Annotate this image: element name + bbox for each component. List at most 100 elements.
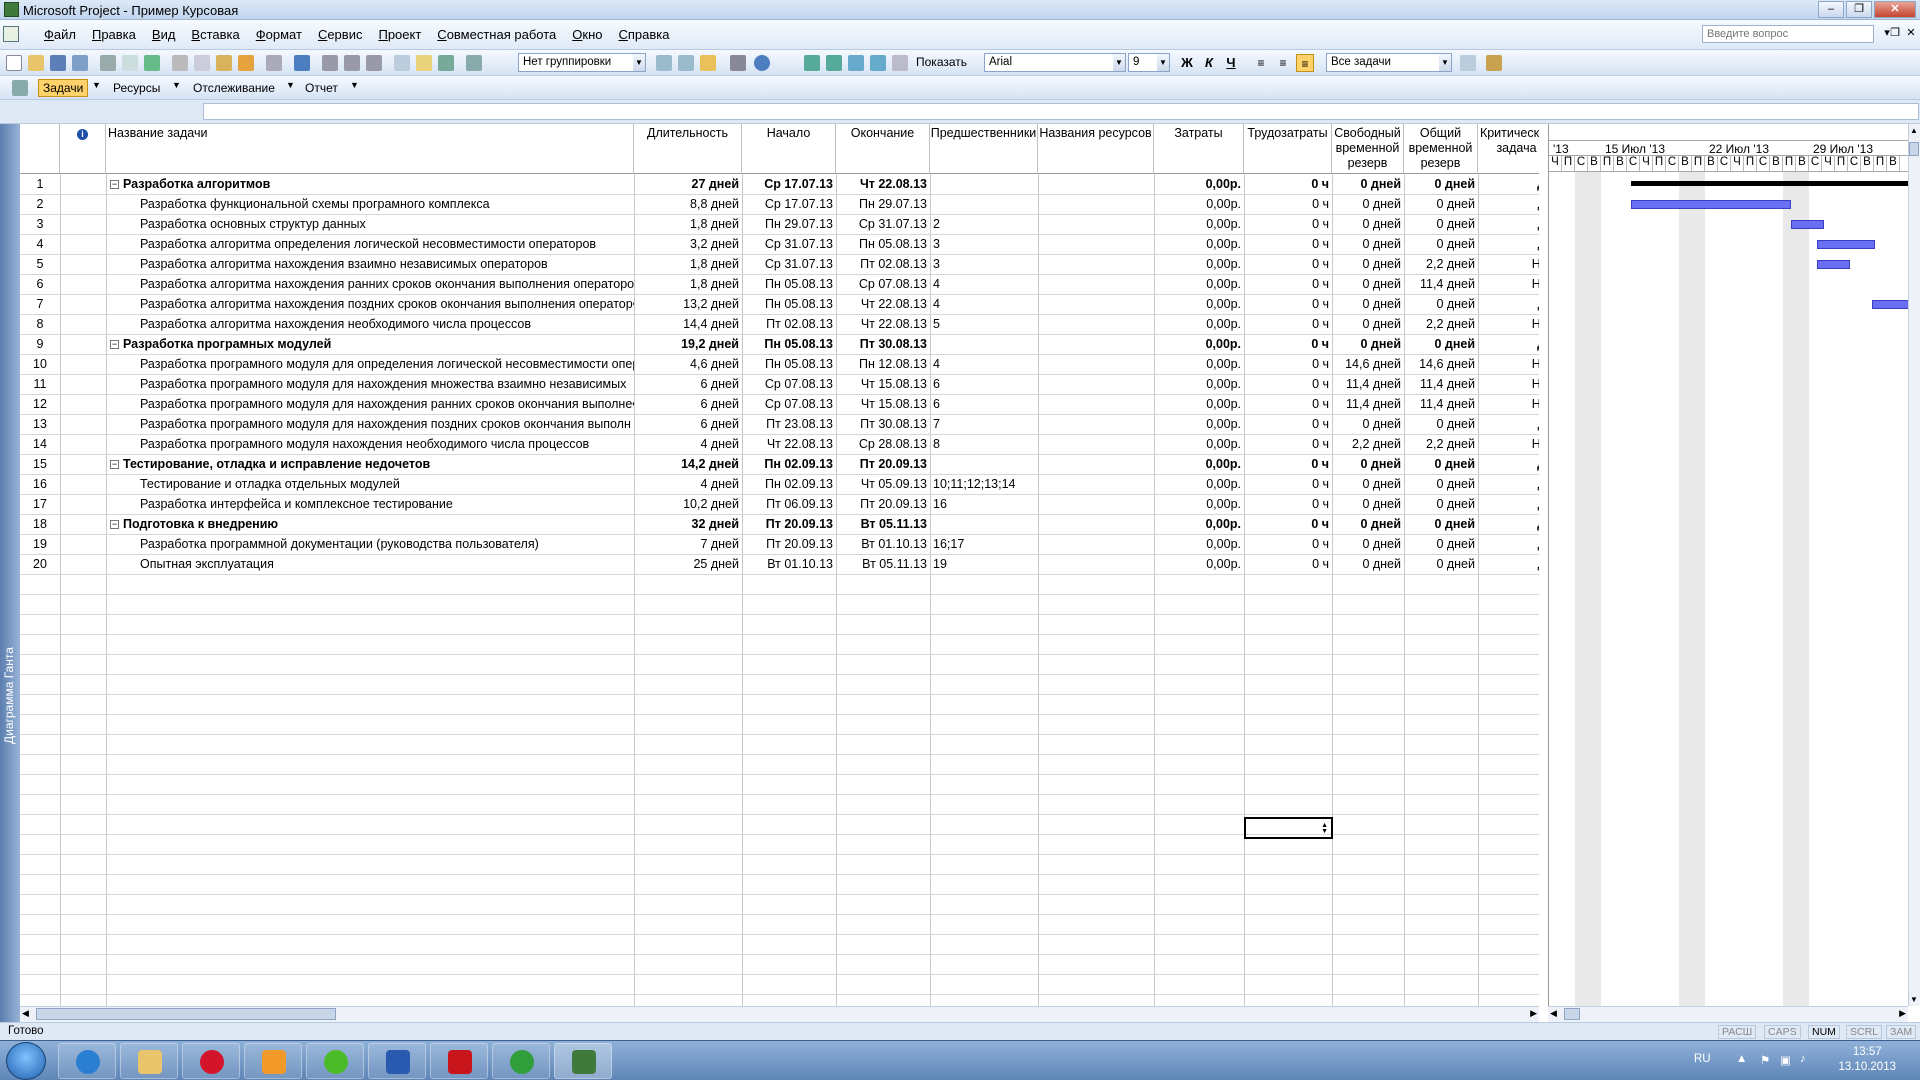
save-icon[interactable] (50, 55, 66, 71)
row-id[interactable]: 7 (20, 295, 60, 315)
task-name[interactable]: − Разработка алгоритмов (106, 175, 634, 195)
row-id[interactable]: 15 (20, 455, 60, 475)
task-cost[interactable]: 0,00р. (1154, 315, 1244, 335)
taskbar-icq[interactable] (306, 1043, 364, 1079)
row-id[interactable]: 19 (20, 535, 60, 555)
gantt-wizard-icon[interactable] (1486, 55, 1502, 71)
task-work[interactable]: 0 ч (1244, 335, 1332, 355)
task-work[interactable]: 0 ч (1244, 515, 1332, 535)
save-workspace-icon[interactable] (72, 55, 88, 71)
task-work[interactable]: 0 ч (1244, 455, 1332, 475)
task-critical[interactable]: Нет (1478, 395, 1539, 415)
task-predecessors[interactable]: 2 (930, 215, 1038, 235)
row-id[interactable]: 18 (20, 515, 60, 535)
collapse-icon[interactable]: − (110, 340, 119, 350)
task-total-slack[interactable]: 0 дней (1404, 175, 1478, 195)
task-free-slack[interactable]: 0 дней (1332, 255, 1404, 275)
guide-toggle-icon[interactable] (12, 80, 28, 96)
start-button[interactable] (6, 1042, 46, 1080)
task-free-slack[interactable]: 11,4 дней (1332, 395, 1404, 415)
task-critical[interactable]: Да (1478, 555, 1539, 575)
task-total-slack[interactable]: 0 дней (1404, 235, 1478, 255)
table-row[interactable] (20, 615, 1539, 635)
summary-bar[interactable] (1631, 181, 1908, 186)
task-cost[interactable]: 0,00р. (1154, 535, 1244, 555)
task-total-slack[interactable]: 0 дней (1404, 195, 1478, 215)
task-name[interactable]: Тестирование и отладка отдельных модулей (106, 475, 634, 495)
task-finish[interactable]: Пт 20.09.13 (836, 455, 930, 475)
assign-resources-icon[interactable] (438, 55, 454, 71)
ask-question-input[interactable]: Введите вопрос (1702, 25, 1874, 43)
row-id[interactable]: 9 (20, 335, 60, 355)
table-row[interactable]: 3 Разработка основных структур данных 1,8 … (20, 215, 1539, 235)
sheet-scroll-thumb[interactable] (36, 1008, 336, 1020)
header-critical[interactable]: Критическая задача (1478, 124, 1539, 174)
task-name[interactable]: Разработка интерфейса и комплексное тест… (106, 495, 634, 515)
taskbar-word[interactable] (368, 1043, 426, 1079)
task-total-slack[interactable]: 0 дней (1404, 555, 1478, 575)
task-bar[interactable] (1816, 240, 1876, 249)
task-cost[interactable]: 0,00р. (1154, 295, 1244, 315)
report-dropdown-icon[interactable]: ▼ (350, 80, 359, 90)
task-work[interactable]: 0 ч (1244, 535, 1332, 555)
task-total-slack[interactable]: 2,2 дней (1404, 255, 1478, 275)
sheet-horizontal-scrollbar[interactable]: ◀ ▶ (20, 1006, 1539, 1022)
task-start[interactable]: Пн 05.08.13 (742, 295, 836, 315)
task-free-slack[interactable]: 0 дней (1332, 315, 1404, 335)
task-start[interactable]: Пн 02.09.13 (742, 455, 836, 475)
task-finish[interactable]: Чт 15.08.13 (836, 375, 930, 395)
task-critical[interactable]: Да (1478, 235, 1539, 255)
task-free-slack[interactable]: 0 дней (1332, 495, 1404, 515)
view-bar[interactable]: Диаграмма Ганта (0, 124, 20, 1024)
hyperlink-icon[interactable] (294, 55, 310, 71)
table-row[interactable]: 17 Разработка интерфейса и комплексное те… (20, 495, 1539, 515)
task-predecessors[interactable]: 10;11;12;13;14 (930, 475, 1038, 495)
task-finish[interactable]: Ср 28.08.13 (836, 435, 930, 455)
undo-icon[interactable] (266, 55, 282, 71)
task-finish[interactable]: Пн 05.08.13 (836, 235, 930, 255)
task-name[interactable]: Разработка алгоритма нахождения необходи… (106, 315, 634, 335)
taskbar-opera[interactable] (182, 1043, 240, 1079)
show-dropdown[interactable]: Показать (916, 55, 967, 69)
task-free-slack[interactable]: 0 дней (1332, 335, 1404, 355)
restore-doc-icon[interactable]: ❐ (1888, 26, 1902, 40)
scroll-up-icon[interactable]: ▲ (1910, 126, 1918, 135)
volume-icon[interactable]: ♪ (1800, 1053, 1806, 1065)
task-start[interactable]: Чт 22.08.13 (742, 435, 836, 455)
task-total-slack[interactable]: 0 дней (1404, 455, 1478, 475)
task-duration[interactable]: 1,8 дней (634, 255, 742, 275)
task-start[interactable]: Пн 29.07.13 (742, 215, 836, 235)
row-number-header[interactable] (20, 124, 60, 174)
new-icon[interactable] (6, 55, 22, 71)
table-row[interactable] (20, 635, 1539, 655)
sheet-scroll-left-icon[interactable]: ◀ (22, 1008, 29, 1019)
table-row[interactable]: 20 Опытная эксплуатация 25 дней Вт 01.10.13… (20, 555, 1539, 575)
task-finish[interactable]: Пт 30.08.13 (836, 335, 930, 355)
task-notes-icon[interactable] (416, 55, 432, 71)
goto-task-icon[interactable] (700, 55, 716, 71)
link-tasks-icon[interactable] (322, 55, 338, 71)
task-predecessors[interactable]: 6 (930, 395, 1038, 415)
table-row[interactable]: 4 Разработка алгоритма определения логиче… (20, 235, 1539, 255)
menu-item[interactable]: Формат (248, 27, 310, 42)
collapse-icon[interactable]: − (110, 520, 119, 530)
task-predecessors[interactable] (930, 175, 1038, 195)
row-id[interactable]: 12 (20, 395, 60, 415)
tasks-guide-button[interactable]: Задачи (38, 79, 89, 97)
header-finish[interactable]: Окончание (836, 124, 930, 174)
indent-icon[interactable] (826, 55, 842, 71)
table-row[interactable] (20, 975, 1539, 995)
collapse-icon[interactable]: − (110, 180, 119, 190)
publish-icon[interactable] (466, 55, 482, 71)
task-cost[interactable]: 0,00р. (1154, 175, 1244, 195)
table-row[interactable] (20, 755, 1539, 775)
task-work[interactable]: 0 ч (1244, 495, 1332, 515)
task-free-slack[interactable]: 0 дней (1332, 515, 1404, 535)
header-start[interactable]: Начало (742, 124, 836, 174)
table-row[interactable] (20, 775, 1539, 795)
row-id[interactable]: 13 (20, 415, 60, 435)
task-duration[interactable]: 6 дней (634, 415, 742, 435)
row-id[interactable]: 4 (20, 235, 60, 255)
task-finish[interactable]: Ср 31.07.13 (836, 215, 930, 235)
spelling-icon[interactable] (144, 55, 160, 71)
